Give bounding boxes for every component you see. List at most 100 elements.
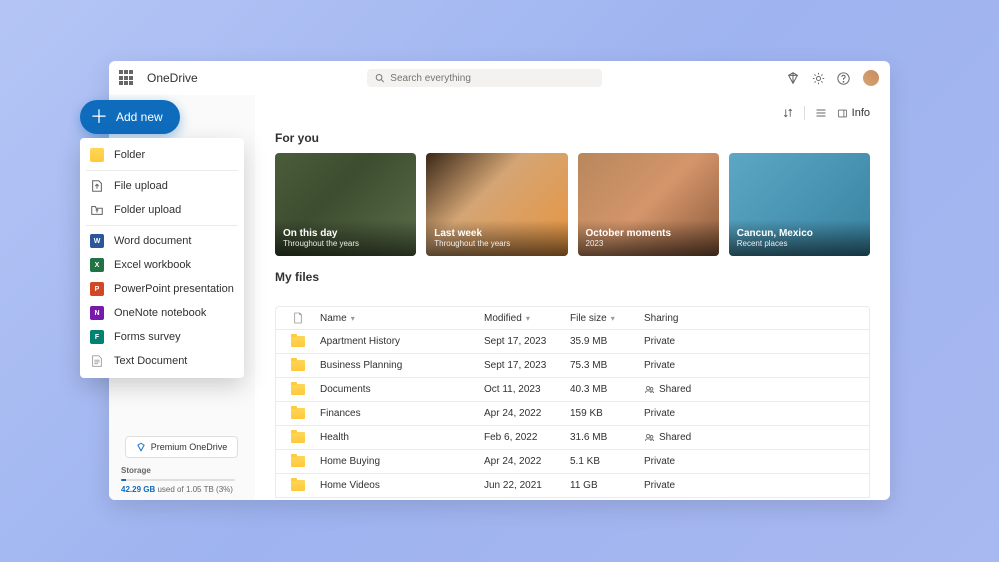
storage-fill xyxy=(121,479,126,481)
storage-text: 42.29 GB used of 1.05 TB (3%) xyxy=(121,485,243,494)
chevron-down-icon: ▾ xyxy=(526,314,530,323)
chevron-down-icon: ▾ xyxy=(351,314,355,323)
forms-icon: F xyxy=(90,330,104,344)
gear-icon[interactable] xyxy=(812,72,825,85)
for-you-title: For you xyxy=(275,131,870,145)
folder-icon xyxy=(291,336,305,347)
menu-text[interactable]: Text Document xyxy=(80,349,244,373)
cell-size: 11 GB xyxy=(570,480,644,491)
app-name: OneDrive xyxy=(147,71,198,85)
table-row[interactable]: Home VideosJun 22, 202111 GBPrivate xyxy=(276,474,869,498)
search-box[interactable] xyxy=(367,69,602,87)
app-launcher-icon[interactable] xyxy=(119,70,135,86)
menu-excel[interactable]: X Excel workbook xyxy=(80,253,244,277)
menu-powerpoint[interactable]: P PowerPoint presentation xyxy=(80,277,244,301)
diamond-icon[interactable] xyxy=(786,71,800,85)
help-icon[interactable] xyxy=(837,72,850,85)
word-icon: W xyxy=(90,234,104,248)
storage-bar xyxy=(121,479,235,481)
chevron-down-icon: ▾ xyxy=(611,314,615,323)
cell-name: Business Planning xyxy=(320,360,484,371)
cell-name: Home Videos xyxy=(320,480,484,491)
folder-icon xyxy=(291,408,305,419)
plus-icon: ＋ xyxy=(90,108,108,126)
menu-word[interactable]: W Word document xyxy=(80,229,244,253)
cell-sharing: Private xyxy=(644,408,869,419)
menu-forms[interactable]: F Forms survey xyxy=(80,325,244,349)
table-row[interactable]: Apartment HistorySept 17, 202335.9 MBPri… xyxy=(276,330,869,354)
folder-icon xyxy=(291,384,305,395)
cell-name: Documents xyxy=(320,384,484,395)
table-body: Apartment HistorySept 17, 202335.9 MBPri… xyxy=(275,330,870,498)
cell-sharing: Private xyxy=(644,456,869,467)
card-october-moments[interactable]: October moments2023 xyxy=(578,153,719,256)
cell-modified: Feb 6, 2022 xyxy=(484,432,570,443)
cell-modified: Apr 24, 2022 xyxy=(484,408,570,419)
menu-onenote[interactable]: N OneNote notebook xyxy=(80,301,244,325)
cell-modified: Apr 24, 2022 xyxy=(484,456,570,467)
cell-size: 75.3 MB xyxy=(570,360,644,371)
column-name[interactable]: Name▾ xyxy=(320,313,484,324)
menu-folder-upload[interactable]: Folder upload xyxy=(80,198,244,222)
sort-icon[interactable] xyxy=(782,107,794,119)
cell-name: Finances xyxy=(320,408,484,419)
add-new-button[interactable]: ＋ Add new xyxy=(80,100,180,134)
folder-upload-icon xyxy=(90,203,104,217)
card-cancun[interactable]: Cancun, MexicoRecent places xyxy=(729,153,870,256)
separator xyxy=(86,170,238,171)
cell-size: 40.3 MB xyxy=(570,384,644,395)
column-sharing[interactable]: Sharing xyxy=(644,313,869,324)
files-table: Name▾ Modified▾ File size▾ Sharing Apart… xyxy=(275,306,870,500)
cell-sharing: Private xyxy=(644,480,869,491)
toolbar: Info xyxy=(275,101,870,125)
column-modified[interactable]: Modified▾ xyxy=(484,313,570,324)
folder-icon xyxy=(291,456,305,467)
info-icon xyxy=(837,108,848,119)
header-actions xyxy=(786,69,880,87)
column-size[interactable]: File size▾ xyxy=(570,313,644,324)
view-icon[interactable] xyxy=(815,107,827,119)
cell-size: 159 KB xyxy=(570,408,644,419)
table-row[interactable]: Business PlanningSept 17, 202375.3 MBPri… xyxy=(276,354,869,378)
table-row[interactable]: FinancesApr 24, 2022159 KBPrivate xyxy=(276,402,869,426)
add-new-label: Add new xyxy=(116,110,163,124)
info-button[interactable]: Info xyxy=(837,107,870,119)
menu-file-upload[interactable]: File upload xyxy=(80,174,244,198)
cell-name: Health xyxy=(320,432,484,443)
cell-size: 31.6 MB xyxy=(570,432,644,443)
separator xyxy=(804,106,805,120)
powerpoint-icon: P xyxy=(90,282,104,296)
excel-icon: X xyxy=(90,258,104,272)
cell-modified: Sept 17, 2023 xyxy=(484,360,570,371)
table-row[interactable]: DocumentsOct 11, 202340.3 MBShared xyxy=(276,378,869,402)
main: Info For you On this dayThroughout the y… xyxy=(255,95,890,500)
search-input[interactable] xyxy=(390,73,594,84)
people-icon xyxy=(644,384,655,395)
text-icon xyxy=(90,354,104,368)
add-new-menu: Folder File upload Folder upload W Word … xyxy=(80,138,244,378)
my-files-title: My files xyxy=(275,270,870,284)
table-row[interactable]: HealthFeb 6, 202231.6 MBShared xyxy=(276,426,869,450)
cell-name: Home Buying xyxy=(320,456,484,467)
cell-sharing: Shared xyxy=(644,384,869,395)
cell-size: 5.1 KB xyxy=(570,456,644,467)
premium-button[interactable]: Premium OneDrive xyxy=(125,436,238,458)
menu-folder[interactable]: Folder xyxy=(80,143,244,167)
card-last-week[interactable]: Last weekThroughout the years xyxy=(426,153,567,256)
avatar[interactable] xyxy=(862,69,880,87)
card-on-this-day[interactable]: On this dayThroughout the years xyxy=(275,153,416,256)
onenote-icon: N xyxy=(90,306,104,320)
cell-sharing: Shared xyxy=(644,432,869,443)
file-upload-icon xyxy=(90,179,104,193)
storage-label: Storage xyxy=(121,466,243,475)
diamond-icon xyxy=(136,442,146,452)
table-header: Name▾ Modified▾ File size▾ Sharing xyxy=(275,306,870,330)
column-type[interactable] xyxy=(276,312,320,324)
cell-modified: Sept 17, 2023 xyxy=(484,336,570,347)
cell-modified: Oct 11, 2023 xyxy=(484,384,570,395)
file-icon xyxy=(293,312,303,324)
people-icon xyxy=(644,432,655,443)
table-row[interactable]: Home BuyingApr 24, 20225.1 KBPrivate xyxy=(276,450,869,474)
folder-icon xyxy=(291,480,305,491)
cell-name: Apartment History xyxy=(320,336,484,347)
